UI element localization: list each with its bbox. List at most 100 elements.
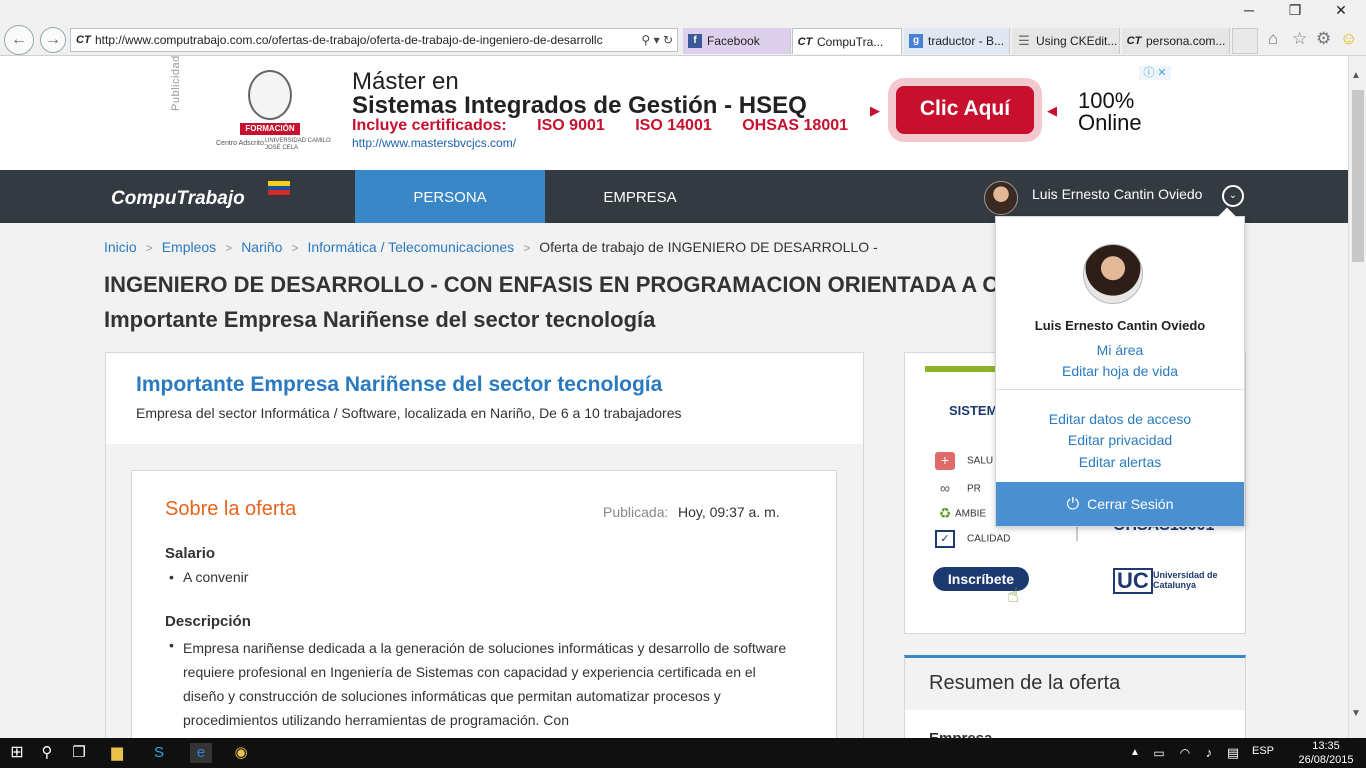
breadcrumb-separator: >: [523, 241, 531, 255]
user-menu-dropdown: Luis Ernesto Cantin Oviedo Mi área Edita…: [995, 207, 1245, 527]
scroll-up-icon[interactable]: ▲: [1351, 70, 1361, 81]
ad-cert-1: ISO 9001: [537, 117, 605, 134]
tab-persona[interactable]: CT persona.com...: [1122, 28, 1230, 54]
close-window-button[interactable]: ✕: [1318, 0, 1364, 22]
breadcrumb-empleos[interactable]: Empleos: [162, 239, 216, 255]
dropdown-icon[interactable]: ▾: [654, 33, 660, 47]
gear-icon[interactable]: ⚙: [1316, 29, 1331, 49]
editar-hoja-de-vida-link[interactable]: Editar hoja de vida: [996, 363, 1244, 379]
browser-toolbar: ─ ❐ ✕ ← → CT http://www.computrabajo.com…: [0, 0, 1366, 56]
checkbox-icon: ✓: [935, 530, 955, 548]
banner-ad[interactable]: Publicidad FORMACIÓN Centro Adscrito: UN…: [0, 56, 1348, 170]
ad-certificates: Incluye certificados: ISO 9001 ISO 14001…: [352, 117, 874, 135]
vertical-scrollbar[interactable]: ▲ ▼: [1348, 56, 1366, 738]
internet-explorer-icon[interactable]: e: [190, 743, 212, 763]
tab-ckeditor[interactable]: ☰ Using CKEdit...: [1012, 28, 1120, 54]
avatar[interactable]: [984, 181, 1018, 215]
editar-alertas-link[interactable]: Editar alertas: [996, 454, 1244, 470]
skype-icon[interactable]: S: [148, 743, 170, 763]
header-user-name[interactable]: Luis Ernesto Cantin Oviedo: [1032, 186, 1202, 202]
summary-card: Resumen de la oferta Empresa: [904, 655, 1246, 738]
language-indicator[interactable]: ESP: [1252, 745, 1274, 757]
ad-url[interactable]: http://www.mastersbvcjcs.com/: [352, 136, 516, 150]
description-text: Empresa nariñense dedicada a la generaci…: [183, 640, 787, 728]
divider: [996, 389, 1244, 390]
tab-label: Facebook: [707, 34, 760, 48]
nav-tab-empresa[interactable]: EMPRESA: [545, 170, 735, 223]
editar-datos-acceso-link[interactable]: Editar datos de acceso: [996, 411, 1244, 427]
tab-traductor[interactable]: g traductor - B...: [904, 28, 1010, 54]
offer-details: Sobre la oferta Publicada: Hoy, 09:37 a.…: [131, 470, 837, 738]
pointer-hand-icon: ☝: [1007, 585, 1020, 607]
side-ad-row: ✓ CALIDAD: [935, 530, 1010, 548]
uc-name: Universidad de Catalunya: [1153, 570, 1218, 590]
windows-start-icon[interactable]: ⊞: [6, 743, 28, 763]
clock[interactable]: 13:35 26/08/2015: [1296, 739, 1356, 767]
dropdown-user-name: Luis Ernesto Cantin Oviedo: [1034, 318, 1206, 333]
tab-computrabajo[interactable]: CT CompuTra...: [792, 28, 902, 54]
new-tab-button[interactable]: [1232, 28, 1258, 54]
ad-cert-3: OHSAS 18001: [742, 117, 849, 134]
chrome-icon[interactable]: ◉: [230, 743, 252, 763]
salary-bullet-icon: •: [169, 569, 174, 585]
wifi-icon[interactable]: ◠: [1174, 743, 1196, 763]
logout-button[interactable]: ⏻ Cerrar Sesión: [996, 482, 1244, 526]
tab-label: persona.com...: [1146, 34, 1226, 48]
power-icon: ⏻: [1066, 496, 1080, 513]
url-text: http://www.computrabajo.com.co/ofertas-d…: [95, 33, 603, 47]
scroll-down-icon[interactable]: ▼: [1351, 708, 1361, 719]
published-value: Hoy, 09:37 a. m.: [678, 504, 780, 520]
breadcrumb-informatica[interactable]: Informática / Telecomunicaciones: [307, 239, 514, 255]
restore-button[interactable]: ❐: [1272, 0, 1318, 22]
minimize-button[interactable]: ─: [1226, 0, 1272, 22]
task-view-icon[interactable]: ❐: [68, 743, 90, 763]
chevron-down-icon[interactable]: ⌄: [1222, 185, 1244, 207]
company-name[interactable]: Importante Empresa Nariñense del sector …: [136, 373, 662, 397]
salary-heading: Salario: [165, 545, 216, 562]
clock-date: 26/08/2015: [1298, 754, 1354, 766]
breadcrumb-inicio[interactable]: Inicio: [104, 239, 137, 255]
tab-label: Using CKEdit...: [1036, 34, 1118, 48]
page-subtitle: Importante Empresa Nariñense del sector …: [104, 307, 656, 332]
page-viewport: Publicidad FORMACIÓN Centro Adscrito: UN…: [0, 56, 1348, 738]
ad-online: 100% Online: [1078, 90, 1142, 134]
ad-formacion: FORMACIÓN: [240, 123, 300, 135]
side-ad-row: + SALU: [935, 452, 993, 470]
battery-icon[interactable]: ▭: [1148, 743, 1170, 763]
breadcrumb-narino[interactable]: Nariño: [241, 239, 282, 255]
goggles-icon: ∞: [940, 480, 950, 496]
ad-online-bottom: Online: [1078, 110, 1142, 135]
published-label: Publicada:: [603, 504, 669, 520]
ad-centro-adscrito: Centro Adscrito:: [216, 140, 266, 147]
company-description: Empresa del sector Informática / Softwar…: [136, 405, 682, 421]
smiley-icon[interactable]: ☺: [1340, 29, 1357, 49]
salary-value: A convenir: [183, 569, 249, 585]
home-icon[interactable]: ⌂: [1268, 29, 1278, 49]
ad-headline-2: Sistemas Integrados de Gestión - HSEQ: [352, 92, 807, 119]
back-button[interactable]: ←: [4, 25, 34, 55]
address-bar[interactable]: CT http://www.computrabajo.com.co/oferta…: [70, 28, 678, 52]
forward-arrow-icon: →: [45, 31, 61, 48]
file-explorer-icon[interactable]: ▆: [106, 743, 128, 763]
notification-icon[interactable]: ▤: [1222, 743, 1244, 763]
uc-logo: UC: [1113, 568, 1153, 594]
breadcrumb-current: Oferta de trabajo de INGENIERO DE DESARR…: [539, 239, 878, 255]
side-ad-heading: SISTEM: [949, 403, 998, 418]
nav-tab-persona[interactable]: PERSONA: [355, 170, 545, 223]
forward-button[interactable]: →: [40, 27, 66, 53]
mi-area-link[interactable]: Mi área: [996, 342, 1244, 358]
favorites-star-icon[interactable]: ☆: [1292, 29, 1307, 49]
site-logo[interactable]: CompuTrabajo: [111, 188, 245, 210]
search-icon[interactable]: ⚲: [36, 743, 58, 763]
tab-facebook[interactable]: f Facebook: [683, 28, 791, 54]
refresh-icon[interactable]: ↻: [663, 33, 673, 47]
search-icon[interactable]: ⚲: [641, 33, 650, 47]
adchoices-icon[interactable]: ⓘ ✕: [1139, 66, 1171, 80]
editar-privacidad-link[interactable]: Editar privacidad: [996, 432, 1244, 448]
ad-click-button[interactable]: Clic Aquí: [896, 86, 1034, 134]
scrollbar-thumb[interactable]: [1352, 90, 1364, 262]
back-arrow-icon: ←: [11, 31, 27, 48]
volume-icon[interactable]: ♪: [1198, 743, 1220, 763]
chevron-up-icon[interactable]: ▲: [1124, 743, 1146, 763]
description-bullet-icon: •: [169, 637, 174, 653]
